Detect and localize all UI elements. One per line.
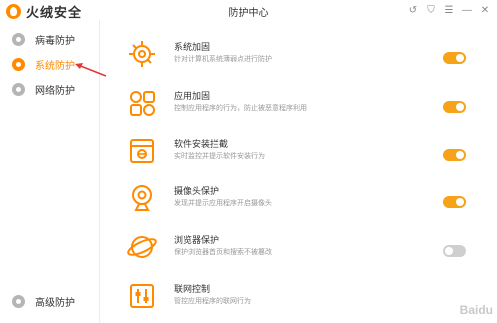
feature-description: 发现并提示应用程序开启摄像头 bbox=[174, 200, 272, 207]
sidebar-item-virus-protection[interactable]: 病毒防护 bbox=[12, 32, 75, 47]
feature-system-hardening: 系统加固 针对计算机系统薄弱点进行防护 bbox=[126, 38, 470, 86]
close-icon[interactable]: ✕ bbox=[477, 2, 493, 18]
watermark: Baidu bbox=[459, 303, 493, 317]
network-globe-icon bbox=[12, 83, 25, 96]
toggle-knob bbox=[445, 247, 453, 255]
toggle-knob bbox=[456, 151, 464, 159]
feature-description: 控制应用程序的行为，防止被恶意程序利用 bbox=[174, 105, 307, 112]
app-hardening-toggle[interactable] bbox=[443, 101, 466, 113]
feature-description: 保护浏览器首页和搜索不被篡改 bbox=[174, 249, 272, 256]
browser-protection-toggle[interactable] bbox=[443, 245, 466, 257]
sidebar-item-advanced-protection[interactable]: 高级防护 bbox=[12, 294, 75, 309]
feature-title: 联网控制 bbox=[174, 284, 211, 294]
feature-description: 管控应用程序的联网行为 bbox=[174, 298, 251, 305]
sidebar-item-label: 病毒防护 bbox=[35, 36, 75, 47]
system-hardening-toggle[interactable] bbox=[443, 52, 466, 64]
feature-app-hardening: 应用加固 控制应用程序的行为，防止被恶意程序利用 bbox=[126, 87, 470, 135]
system-shield-icon bbox=[12, 58, 25, 71]
browser-icon bbox=[127, 236, 157, 258]
gear-shield-icon bbox=[129, 41, 155, 67]
feature-title: 应用加固 bbox=[174, 91, 211, 101]
app-grid-icon bbox=[130, 91, 155, 116]
feature-description: 实时监控并提示软件安装行为 bbox=[174, 153, 265, 160]
webcam-protection-toggle[interactable] bbox=[443, 196, 466, 208]
back-icon[interactable]: ↺ bbox=[405, 2, 421, 18]
network-control-icon bbox=[130, 284, 154, 308]
sidebar-item-label: 系统防护 bbox=[35, 61, 75, 72]
toggle-knob bbox=[456, 198, 464, 206]
feature-network-control: 联网控制 管控应用程序的联网行为 bbox=[126, 280, 470, 323]
feature-description: 针对计算机系统薄弱点进行防护 bbox=[174, 56, 272, 63]
feature-title: 系统加固 bbox=[174, 42, 211, 52]
toggle-knob bbox=[456, 103, 464, 111]
toggle-knob bbox=[456, 54, 464, 62]
feature-browser-protection: 浏览器保护 保护浏览器首页和搜索不被篡改 bbox=[126, 231, 470, 279]
sidebar-item-network-protection[interactable]: 网络防护 bbox=[12, 82, 75, 97]
sidebar-item-label: 网络防护 bbox=[35, 86, 75, 97]
feature-title: 软件安装拦截 bbox=[174, 139, 229, 149]
feature-title: 浏览器保护 bbox=[174, 235, 220, 245]
webcam-icon bbox=[132, 185, 152, 211]
install-box-icon bbox=[130, 139, 154, 163]
feature-webcam-protection: 摄像头保护 发现并提示应用程序开启摄像头 bbox=[126, 182, 470, 230]
minimize-icon[interactable]: — bbox=[459, 2, 475, 18]
annotation-arrow bbox=[75, 63, 107, 77]
sidebar-item-label: 高级防护 bbox=[35, 298, 75, 309]
advanced-settings-icon bbox=[12, 295, 25, 308]
feature-install-interception: 软件安装拦截 实时监控并提示软件安装行为 bbox=[126, 135, 470, 183]
virus-shield-icon bbox=[12, 33, 25, 46]
skin-icon[interactable]: ⛉ bbox=[423, 2, 439, 18]
sidebar-item-system-protection[interactable]: 系统防护 bbox=[12, 57, 75, 72]
install-interception-toggle[interactable] bbox=[443, 149, 466, 161]
title-bar: 火绒安全 防护中心 ↺ ⛉ ☰ — ✕ bbox=[0, 0, 497, 20]
menu-icon[interactable]: ☰ bbox=[441, 2, 457, 18]
feature-title: 摄像头保护 bbox=[174, 186, 220, 196]
